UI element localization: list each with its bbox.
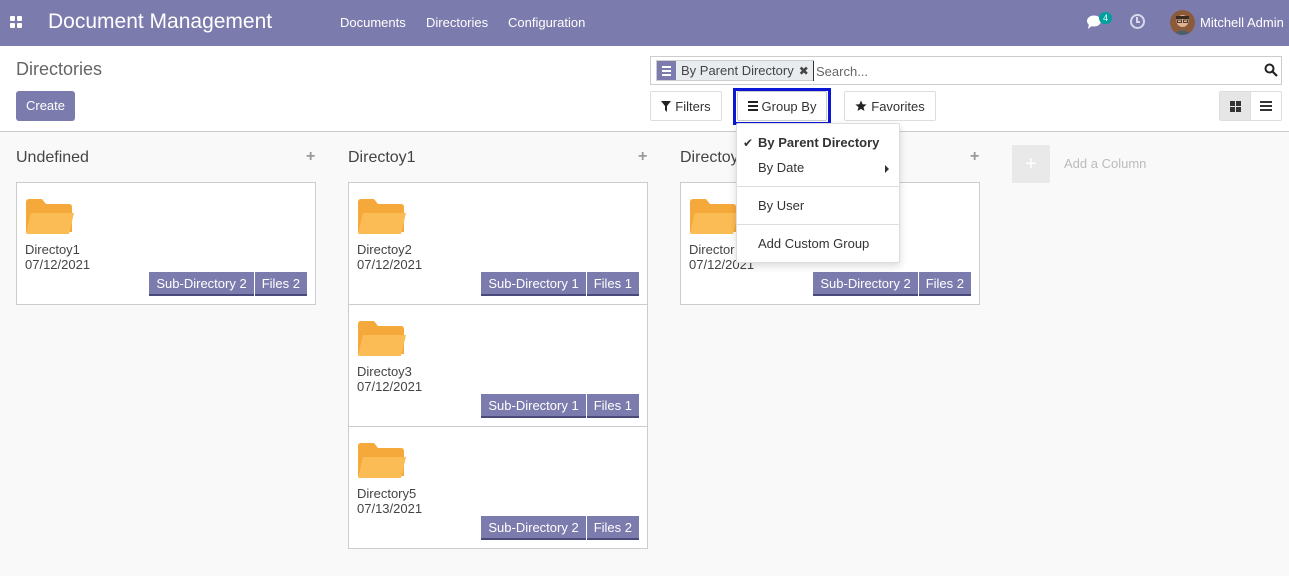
- filters-button[interactable]: Filters: [650, 91, 722, 121]
- folder-icon: [358, 443, 406, 478]
- search-facet: By Parent Directory ✖: [656, 60, 814, 81]
- app-title: Document Management: [48, 10, 273, 33]
- sub-directory-button[interactable]: Sub-Directory 1: [481, 272, 586, 296]
- group-by-dropdown: ✔ By Parent Directory By Date By User Ad…: [736, 123, 900, 263]
- kanban-card[interactable]: Directoy3 07/12/2021 Sub-Directory 1 Fil…: [348, 304, 648, 427]
- card-date: 07/12/2021: [357, 379, 423, 394]
- group-by-highlight-box: [733, 88, 831, 125]
- card-name: Directoy1: [25, 242, 80, 257]
- menu-directories[interactable]: Directories: [426, 15, 488, 30]
- card-name: Directoy2: [357, 242, 412, 257]
- card-name: Directoy3: [357, 364, 412, 379]
- caret-right-icon: [885, 165, 889, 173]
- facet-remove-icon[interactable]: ✖: [799, 64, 813, 78]
- group-by-facet-icon: [657, 61, 676, 80]
- files-button[interactable]: Files 1: [586, 272, 639, 296]
- page-title: Directories: [16, 59, 103, 79]
- folder-icon: [358, 199, 406, 234]
- column-title: Directoy1: [348, 149, 416, 166]
- activity-clock-icon[interactable]: [1130, 14, 1145, 29]
- list-icon: [1260, 101, 1273, 111]
- add-column-button[interactable]: +: [1012, 145, 1050, 183]
- menu-documents[interactable]: Documents: [340, 15, 406, 30]
- sub-directory-button[interactable]: Sub-Directory 2: [813, 272, 918, 296]
- apps-menu-icon[interactable]: [10, 16, 23, 29]
- folder-icon: [26, 199, 74, 234]
- folder-icon: [690, 199, 738, 234]
- groupby-option-user[interactable]: By User: [737, 194, 899, 218]
- divider: [737, 186, 899, 187]
- sub-directory-button[interactable]: Sub-Directory 2: [481, 516, 586, 540]
- favorites-label: Favorites: [871, 98, 925, 114]
- column-title: Undefined: [16, 149, 89, 166]
- card-name: Director: [689, 242, 735, 257]
- create-button[interactable]: Create: [16, 91, 75, 121]
- card-date: 07/12/2021: [357, 257, 423, 272]
- chat-count-badge: 4: [1099, 12, 1113, 24]
- card-date: 07/12/2021: [25, 257, 91, 272]
- user-avatar[interactable]: [1170, 10, 1195, 35]
- top-navbar: Document Management Documents Directorie…: [0, 0, 1289, 46]
- kanban-grid-icon: [1229, 100, 1241, 112]
- search-input[interactable]: [813, 61, 1233, 81]
- card-date: 07/13/2021: [357, 501, 423, 516]
- sub-directory-button[interactable]: Sub-Directory 1: [481, 394, 586, 418]
- favorites-button[interactable]: Favorites: [844, 91, 936, 121]
- column-title: Directoy: [680, 149, 739, 166]
- groupby-option-parent-directory[interactable]: ✔ By Parent Directory: [737, 131, 899, 155]
- control-panel: Directories Create By Parent Directory ✖…: [0, 46, 1289, 132]
- add-custom-group[interactable]: Add Custom Group: [737, 232, 899, 256]
- kanban-card[interactable]: Directory5 07/13/2021 Sub-Directory 2 Fi…: [348, 426, 648, 549]
- star-icon: [855, 100, 867, 111]
- add-column-label[interactable]: Add a Column: [1064, 156, 1146, 171]
- kanban-card[interactable]: Directoy1 07/12/2021 Sub-Directory 2 Fil…: [16, 182, 316, 305]
- option-label: By Date: [758, 160, 805, 175]
- list-view-button[interactable]: [1250, 92, 1281, 120]
- files-button[interactable]: Files 2: [586, 516, 639, 540]
- card-name: Directory5: [357, 486, 417, 501]
- column-quick-add-icon[interactable]: +: [306, 148, 315, 166]
- view-switcher: [1219, 91, 1282, 121]
- search-icon[interactable]: [1264, 63, 1278, 77]
- files-button[interactable]: Files 1: [586, 394, 639, 418]
- filters-label: Filters: [675, 98, 711, 114]
- check-icon: ✔: [743, 136, 754, 150]
- search-bar: By Parent Directory ✖: [650, 56, 1282, 85]
- menu-configuration[interactable]: Configuration: [508, 15, 585, 30]
- groupby-option-date[interactable]: By Date: [737, 156, 899, 180]
- option-label: By Parent Directory: [758, 135, 880, 150]
- files-button[interactable]: Files 2: [918, 272, 971, 296]
- kanban-view-button[interactable]: [1220, 92, 1251, 120]
- filter-icon: [661, 100, 672, 112]
- column-quick-add-icon[interactable]: +: [638, 148, 647, 166]
- sub-directory-button[interactable]: Sub-Directory 2: [149, 272, 254, 296]
- folder-icon: [358, 321, 406, 356]
- option-label: Add Custom Group: [758, 236, 870, 251]
- user-name[interactable]: Mitchell Admin: [1200, 15, 1284, 30]
- kanban-card[interactable]: Directoy2 07/12/2021 Sub-Directory 1 Fil…: [348, 182, 648, 305]
- divider: [737, 224, 899, 225]
- column-quick-add-icon[interactable]: +: [970, 148, 979, 166]
- option-label: By User: [758, 198, 805, 213]
- search-facet-label: By Parent Directory: [681, 63, 794, 78]
- files-button[interactable]: Files 2: [254, 272, 307, 296]
